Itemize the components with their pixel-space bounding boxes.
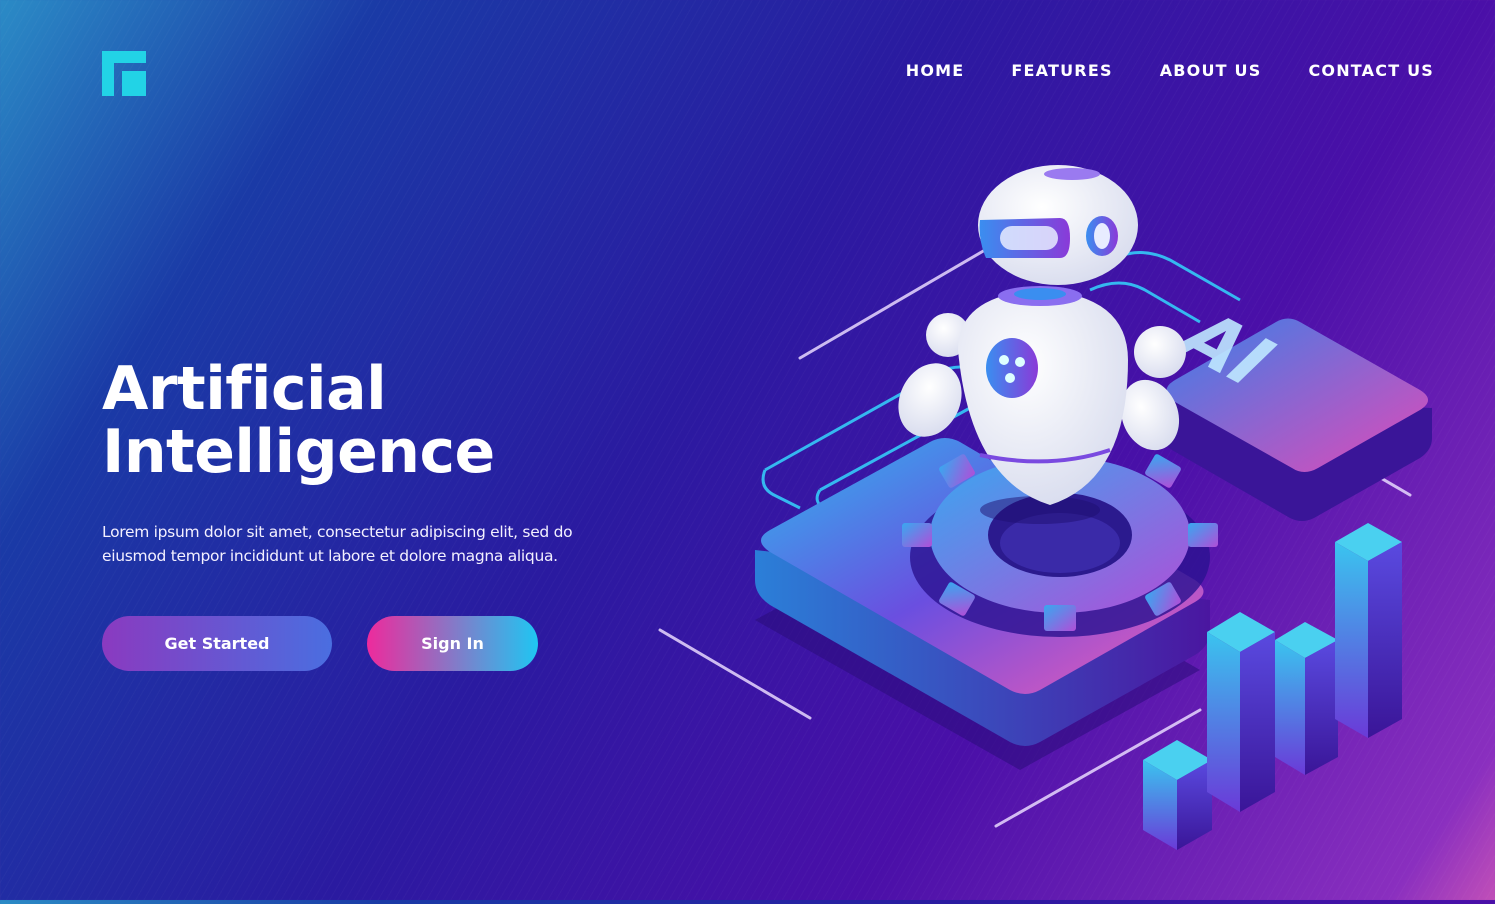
ai-tile: AI (1158, 299, 1432, 521)
nav-about-link[interactable]: ABOUT US (1160, 61, 1262, 80)
nav-features-link[interactable]: FEATURES (1011, 61, 1112, 80)
bar-1 (1143, 740, 1212, 850)
bar-2 (1207, 612, 1275, 812)
nav-contact-link[interactable]: CONTACT US (1308, 61, 1434, 80)
hero-title-line2: Intelligence (102, 417, 495, 487)
hero-title: Artificial Intelligence (102, 358, 495, 484)
bar-4 (1335, 523, 1402, 738)
bar-3 (1275, 622, 1338, 775)
nav-home-link[interactable]: HOME (906, 61, 965, 80)
get-started-button[interactable]: Get Started (102, 616, 332, 671)
hero-title-line1: Artificial (102, 354, 387, 424)
ai-illustration: AI (640, 150, 1495, 900)
brand-logo-icon[interactable] (102, 51, 146, 96)
sign-in-button[interactable]: Sign In (367, 616, 538, 671)
main-nav: HOME FEATURES ABOUT US CONTACT US (906, 61, 1434, 80)
hero-description: Lorem ipsum dolor sit amet, consectetur … (102, 523, 573, 565)
